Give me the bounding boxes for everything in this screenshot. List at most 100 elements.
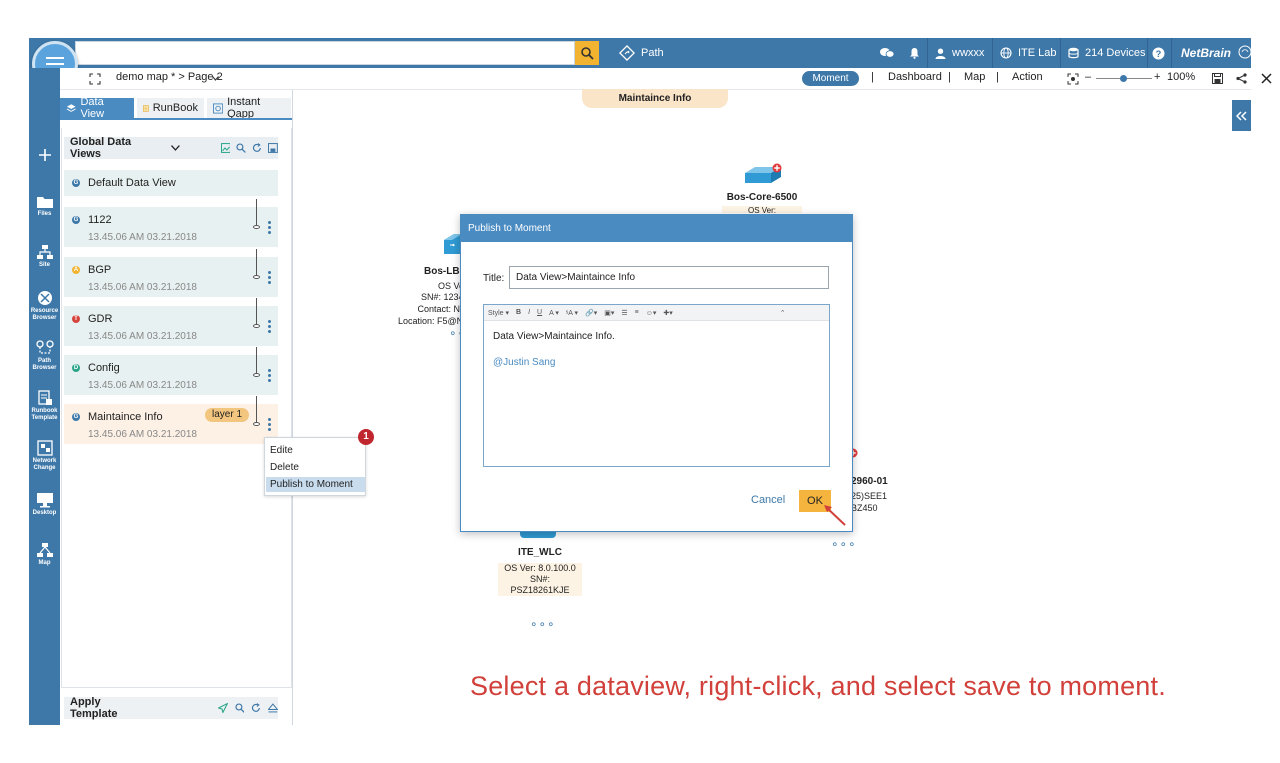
more-options-icon[interactable] [268,320,271,335]
devices-selector[interactable]: 214 Devices [1068,38,1146,68]
insert-icon[interactable]: ✚▾ [663,309,672,317]
device-name-lb[interactable]: Bos-LB [424,266,462,277]
close-icon[interactable] [1261,73,1272,84]
font-size-icon[interactable]: ˢA ▾ [566,309,578,317]
bold-icon[interactable]: B [516,309,521,316]
add-button[interactable] [29,148,60,164]
title-input[interactable]: Data View>Maintaince Info [509,266,829,289]
rail-site[interactable]: Site [29,244,60,269]
tab-runbook[interactable]: RunBook [137,98,204,118]
search-input[interactable] [75,41,575,65]
more-options-icon[interactable] [268,369,271,384]
search-button[interactable] [575,41,599,65]
menu-item-publish-to-moment[interactable]: Publish to Moment [266,477,365,492]
device-name-switch-2960[interactable]: 2960-01 [851,476,891,487]
rail-path-browser[interactable]: Path Browser [29,340,60,372]
rail-runbook-template[interactable]: Runbook Template [29,390,60,422]
tab-map[interactable]: Map [964,71,985,83]
tab-data-view[interactable]: Data View [60,96,134,120]
bullet-list-icon[interactable]: ☰ [621,309,627,317]
more-options-icon[interactable] [268,271,271,286]
switch-icon[interactable] [743,163,785,189]
search-icon[interactable] [236,143,247,153]
brand-logo: NetBrain [1181,38,1253,68]
menu-item-edit[interactable]: Edite [266,443,365,458]
pin-icon[interactable] [253,373,260,377]
lab-selector[interactable]: ITE Lab [1000,38,1057,68]
font-color-icon[interactable]: A ▾ [549,309,559,317]
emoji-icon[interactable]: ☺▾ [646,309,657,317]
tab-dashboard[interactable]: Dashboard [888,71,942,83]
send-icon[interactable] [217,703,228,713]
data-view-row[interactable]: A BGP 13.45.06 AM 03.21.2018 [64,249,278,297]
zoom-slider-handle[interactable] [1120,75,1127,82]
italic-icon[interactable]: I [528,309,530,316]
user-menu[interactable]: wwxxx [935,38,984,68]
image-icon[interactable]: ▣▾ [604,309,614,317]
database-icon [1068,47,1079,59]
more-icon[interactable]: ∘∘∘ [831,537,857,551]
load-balancer-icon[interactable] [442,230,462,260]
share-icon[interactable] [1236,73,1247,84]
refresh-icon[interactable] [252,143,262,153]
fullscreen-icon[interactable] [89,73,101,85]
pin-icon[interactable] [253,275,260,279]
help-button[interactable]: ? [1152,38,1165,68]
rail-files[interactable]: Files [29,195,60,218]
fit-view-icon[interactable] [1067,73,1079,85]
wlc-icon[interactable] [520,532,556,538]
editor-mention[interactable]: @Justin Sang [493,357,555,368]
rail-network-change[interactable]: Network Change [29,440,60,472]
tab-action[interactable]: Action [1012,71,1043,83]
path-icon [619,45,635,61]
notification-button[interactable] [909,38,920,68]
search-icon[interactable] [234,703,245,713]
pin-icon[interactable] [253,225,260,229]
map-toolbar: demo map * > Page 2 Moment | Dashboard |… [60,68,1272,90]
more-options-icon[interactable] [268,221,271,236]
rail-resource-browser[interactable]: Resource Browser [29,290,60,322]
chevron-down-icon[interactable] [170,145,180,151]
menu-item-delete[interactable]: Delete [266,460,365,475]
refresh-icon[interactable] [251,703,261,713]
cancel-button[interactable]: Cancel [751,494,785,506]
data-view-row[interactable]: D Config 13.45.06 AM 03.21.2018 [64,347,278,395]
save-icon[interactable] [1212,73,1223,84]
message-editor[interactable]: Style ▾ B I U A ▾ ˢA ▾ 🔗▾ ▣▾ ☰ ≡ ☺▾ ✚▾ ⌃… [483,304,830,467]
tab-instant-qapp-label: Instant Qapp [227,96,261,120]
zoom-in-button[interactable]: + [1154,71,1160,83]
canvas-data-view-tab[interactable]: Maintaince Info [582,89,728,108]
data-view-row[interactable]: G 1122 13.45.06 AM 03.21.2018 [64,199,278,247]
data-view-row[interactable]: G Maintaince Info 13.45.06 AM 03.21.2018 la… [64,396,278,444]
title-label: Title: [483,273,505,284]
chat-button[interactable] [880,38,894,68]
rail-map[interactable]: Map [29,542,60,567]
data-view-row[interactable]: T GDR 13.45.06 AM 03.21.2018 [64,298,278,346]
default-data-view[interactable]: G Default Data View [64,170,278,196]
save-icon[interactable] [268,143,278,153]
tab-moment[interactable]: Moment [802,71,859,86]
pin-icon[interactable] [253,324,260,328]
collapse-panel-button[interactable] [1232,100,1251,131]
link-icon[interactable]: 🔗▾ [585,309,597,317]
style-dropdown[interactable]: Style ▾ [488,309,509,317]
numbered-list-icon[interactable]: ≡ [635,309,639,316]
global-data-views-header[interactable]: Global Data Views [64,136,278,160]
more-options-icon[interactable] [268,418,271,433]
collapse-toolbar-icon[interactable]: ⌃ [780,309,786,317]
tab-instant-qapp[interactable]: Instant Qapp [207,96,291,120]
apply-template-bar[interactable]: Apply Template [64,696,278,720]
device-name-core[interactable]: Bos-Core-6500 [716,192,808,203]
rail-desktop[interactable]: Desktop [29,492,60,517]
device-name-wlc[interactable]: ITE_WLC [500,547,580,558]
underline-icon[interactable]: U [537,309,542,316]
tab-data-view-label: Data View [80,96,105,120]
chevron-down-icon[interactable] [212,76,219,81]
image-icon[interactable] [220,143,231,153]
more-icon[interactable]: ∘∘∘ [530,617,556,631]
map-title[interactable]: demo map * > Page 2 [116,71,223,83]
eject-icon[interactable] [268,703,278,713]
pin-icon[interactable] [253,422,260,426]
path-button[interactable]: Path [619,38,664,68]
zoom-out-button[interactable]: – [1085,71,1091,83]
